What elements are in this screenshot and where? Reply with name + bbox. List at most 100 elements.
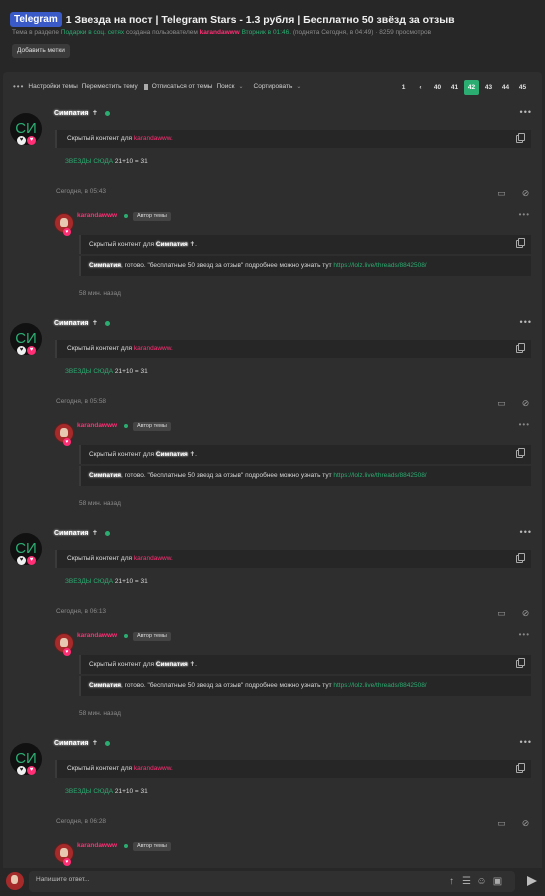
page-45[interactable]: 45 [515,80,530,95]
reply-username[interactable]: karandawww [77,632,117,639]
page-prev[interactable]: ‹ [413,80,428,95]
post-menu-icon[interactable]: ••• [520,107,532,117]
add-labels-button[interactable]: Добавить метки [12,44,70,58]
send-icon[interactable] [527,876,537,886]
reply-hidden-user[interactable]: Симпатия [156,241,188,248]
eye-off-icon[interactable]: ⊘ [521,609,530,618]
reply-body-user[interactable]: Симпатия [89,682,121,689]
thread-toolbar: ••• Настройки темы Переместить тему Отпи… [13,82,301,91]
eye-off-icon[interactable]: ⊘ [521,399,530,408]
heart-pair: ♥ ♥ [17,766,36,775]
comment-icon[interactable]: ▭ [497,189,506,198]
post-menu-icon[interactable]: ••• [520,317,532,327]
comment-icon[interactable]: ▭ [497,819,506,828]
reply-input[interactable] [36,876,336,883]
comment-icon[interactable]: ▭ [497,609,506,618]
stars-value: 21+10 = 31 [114,368,148,375]
post-menu-icon[interactable]: ••• [520,527,532,537]
page-40[interactable]: 40 [430,80,445,95]
chevron-down-icon: ⌄ [238,84,244,90]
reply-time[interactable]: 58 мин. назад [79,500,121,507]
hidden-user-link[interactable]: karandawww. [134,765,173,772]
post-username[interactable]: Симпатия [54,740,88,747]
list-icon[interactable]: ☰ [461,876,472,887]
prefix-tag[interactable]: Telegram [10,12,62,27]
page-44[interactable]: 44 [498,80,513,95]
copy-icon[interactable] [516,343,525,353]
posts-panel: ••• Настройки темы Переместить тему Отпи… [3,72,542,892]
reply-link[interactable]: https://lolz.live/threads/8842508/ [333,472,426,479]
reply-menu-icon[interactable]: ••• [519,420,530,429]
reply-body: Симпатия, готово. "бесплатные 50 звезд з… [79,256,531,276]
reply-menu-icon[interactable]: ••• [519,630,530,639]
post-date[interactable]: Сегодня, в 05:43 [56,188,106,195]
more-dots-icon[interactable]: ••• [13,82,24,91]
post-date[interactable]: Сегодня, в 06:13 [56,608,106,615]
post-username[interactable]: Симпатия [54,530,88,537]
page-41[interactable]: 41 [447,80,462,95]
heart-icon: ♥ [17,136,26,145]
reply-username[interactable]: karandawww [77,422,117,429]
post-menu-icon[interactable]: ••• [520,737,532,747]
reply-body-user[interactable]: Симпатия [89,262,121,269]
reply-hidden-text: Скрытый контент для Симпатия ✝. [89,451,197,458]
post-username[interactable]: Симпатия [54,110,88,117]
pagination: 1 ‹ 40 41 42 43 44 45 [396,80,530,95]
reply-username[interactable]: karandawww [77,212,117,219]
stars-link[interactable]: ЗВЕЗДЫ СЮДА [65,368,113,375]
copy-icon[interactable] [516,658,525,668]
online-status-icon [105,741,110,746]
page-43[interactable]: 43 [481,80,496,95]
meta-section-link[interactable]: Подарки в соц. сетях [61,29,124,36]
hidden-content-box: Скрытый контент для karandawww. [55,550,531,568]
hidden-user-link[interactable]: karandawww. [134,555,173,562]
copy-icon[interactable] [516,553,525,563]
reply-body-message: , готово. "бесплатные 50 звезд за отзыв"… [121,262,332,269]
sort-button[interactable]: Сортировать [254,83,293,90]
reply-hidden-user[interactable]: Симпатия [156,451,188,458]
move-thread-button[interactable]: Переместить тему [82,83,138,90]
hidden-user-link[interactable]: karandawww. [134,135,173,142]
author-badge: Автор темы [133,632,171,641]
arrow-up-icon[interactable]: ↑ [446,876,457,887]
reply-username[interactable]: karandawww [77,842,117,849]
emoji-icon[interactable]: ☺ [476,876,487,887]
copy-icon[interactable] [516,238,525,248]
eye-off-icon[interactable]: ⊘ [521,819,530,828]
heart-icon: ♥ [63,228,71,236]
cross-icon: ✝ [189,241,196,248]
chevron-down-icon: ⌄ [296,84,302,90]
image-icon[interactable]: ▣ [492,876,503,887]
reply-link[interactable]: https://lolz.live/threads/8842508/ [333,262,426,269]
reply-time[interactable]: 58 мин. назад [79,290,121,297]
stars-link[interactable]: ЗВЕЗДЫ СЮДА [65,578,113,585]
reply-time[interactable]: 58 мин. назад [79,710,121,717]
unsubscribe-button[interactable]: Отписаться от темы [152,83,213,90]
eye-off-icon[interactable]: ⊘ [521,189,530,198]
bookmark-icon [143,83,148,90]
reply-menu-icon[interactable]: ••• [519,210,530,219]
reply-link[interactable]: https://lolz.live/threads/8842508/ [333,682,426,689]
search-button[interactable]: Поиск [216,83,234,90]
post-date[interactable]: Сегодня, в 05:58 [56,398,106,405]
thread-settings-button[interactable]: Настройки темы [28,83,77,90]
author-badge: Автор темы [133,212,171,221]
post-username[interactable]: Симпатия [54,320,88,327]
comment-icon[interactable]: ▭ [497,399,506,408]
meta-author-link[interactable]: karandawww [200,29,240,36]
copy-icon[interactable] [516,448,525,458]
page-1[interactable]: 1 [396,80,411,95]
stars-link[interactable]: ЗВЕЗДЫ СЮДА [65,788,113,795]
copy-icon[interactable] [516,763,525,773]
post-date[interactable]: Сегодня, в 06:28 [56,818,106,825]
hidden-user-link[interactable]: karandawww. [134,345,173,352]
page-42-current[interactable]: 42 [464,80,479,95]
meta-created: создана пользователем [125,29,198,36]
reply-body-user[interactable]: Симпатия [89,472,121,479]
reply-hidden-user[interactable]: Симпатия [156,661,188,668]
copy-icon[interactable] [516,133,525,143]
cross-icon: ✝ [92,740,98,747]
online-status-icon [105,531,110,536]
heart-icon: ♥ [63,438,71,446]
stars-link[interactable]: ЗВЕЗДЫ СЮДА [65,158,113,165]
